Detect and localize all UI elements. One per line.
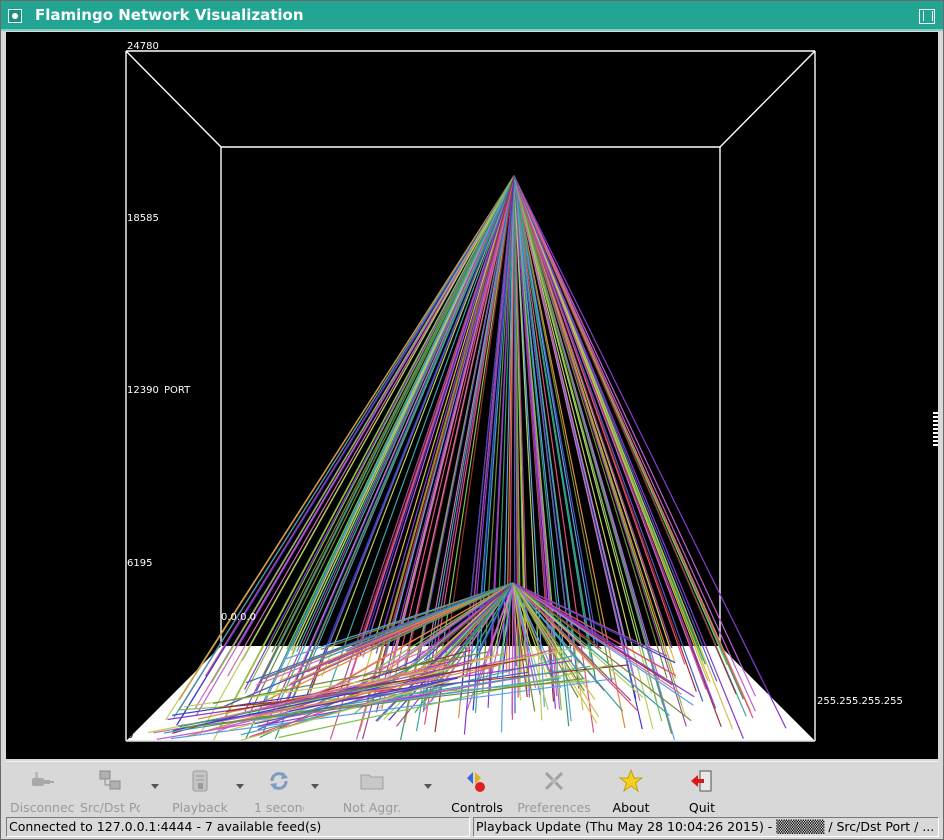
aggregation-dropdown-arrow[interactable] xyxy=(424,784,432,789)
aggregation-button[interactable]: Not Aggr. xyxy=(336,765,408,815)
toolbar: Disconnect Src/Dst Port Playback 1 secon… xyxy=(6,761,938,816)
controls-icon xyxy=(464,768,490,794)
folder-icon xyxy=(359,768,385,794)
app-window: Flamingo Network Visualization 24780 185… xyxy=(0,0,944,840)
quit-button[interactable]: Quit xyxy=(676,765,728,815)
visualization-canvas[interactable]: 24780 18585 12390 PORT 6195 0 0.0.0.0 25… xyxy=(6,32,938,759)
interval-dropdown-arrow[interactable] xyxy=(311,784,319,789)
aggregation-label: Not Aggr. xyxy=(342,800,402,815)
playback-dropdown-arrow[interactable] xyxy=(236,784,244,789)
disconnect-button[interactable]: Disconnect xyxy=(10,765,74,815)
interval-button[interactable]: 1 second xyxy=(254,765,304,815)
port-axis-label: PORT xyxy=(164,385,191,396)
maximize-button[interactable] xyxy=(919,9,935,24)
disconnect-label: Disconnect xyxy=(10,800,74,815)
about-button[interactable]: About xyxy=(604,765,658,815)
top-right-depth-edge xyxy=(719,50,816,148)
ip-max-label: 255.255.255.255 xyxy=(817,696,903,707)
src-dst-dropdown-arrow[interactable] xyxy=(151,784,159,789)
disconnect-icon xyxy=(29,768,55,794)
window-title: Flamingo Network Visualization xyxy=(35,6,304,24)
port-tick-0: 0 xyxy=(127,730,134,741)
playback-label: Playback xyxy=(172,800,228,815)
port-tick-18585: 18585 xyxy=(127,213,159,224)
src-dst-icon xyxy=(97,768,123,794)
port-tick-6195: 6195 xyxy=(127,558,153,569)
star-icon xyxy=(618,768,644,794)
preferences-button[interactable]: Preferences xyxy=(512,765,596,815)
controls-button[interactable]: Controls xyxy=(446,765,508,815)
flow-line xyxy=(323,175,515,657)
exit-icon xyxy=(689,768,715,794)
playback-button[interactable]: Playback xyxy=(170,765,230,815)
resize-grip[interactable] xyxy=(933,412,938,448)
refresh-icon xyxy=(266,768,292,794)
preferences-label: Preferences xyxy=(517,800,591,815)
connection-status: Connected to 127.0.0.1:4444 - 7 availabl… xyxy=(6,817,470,837)
playback-status: Playback Update (Thu May 28 10:04:26 201… xyxy=(473,817,939,837)
playback-icon xyxy=(187,768,213,794)
title-bar[interactable]: Flamingo Network Visualization xyxy=(1,1,943,31)
src-dst-label: Src/Dst Port xyxy=(80,800,140,815)
ip-origin-label: 0.0.0.0 xyxy=(221,612,256,623)
port-tick-12390: 12390 xyxy=(127,385,159,396)
app-menu-icon[interactable] xyxy=(8,9,22,23)
top-left-depth-edge xyxy=(125,50,222,148)
flow-line xyxy=(244,175,515,690)
src-dst-port-button[interactable]: Src/Dst Port xyxy=(80,765,140,815)
interval-label: 1 second xyxy=(254,800,304,815)
flow-line xyxy=(513,175,687,727)
quit-label: Quit xyxy=(688,800,716,815)
controls-label: Controls xyxy=(451,800,503,815)
about-label: About xyxy=(612,800,650,815)
preferences-icon xyxy=(541,768,567,794)
status-bar: Connected to 127.0.0.1:4444 - 7 availabl… xyxy=(6,817,939,837)
port-tick-24780: 24780 xyxy=(127,41,159,52)
